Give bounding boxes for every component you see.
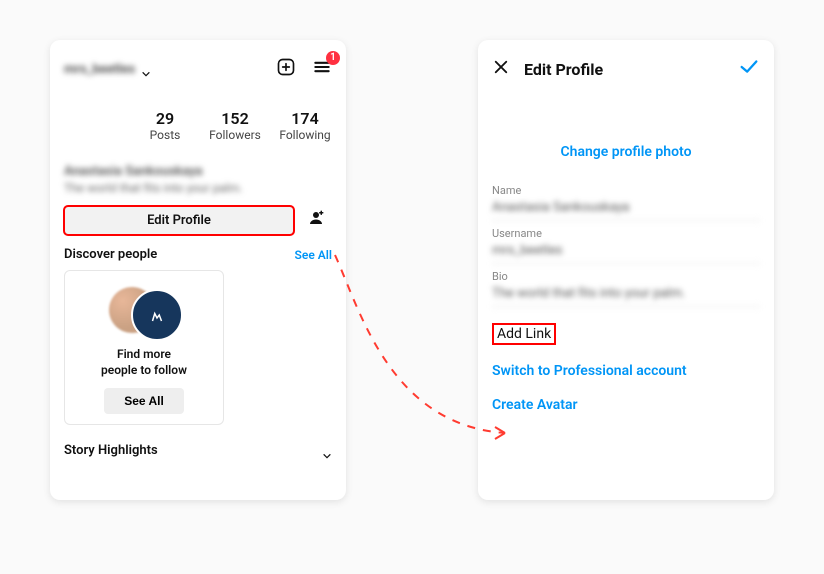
stat-posts[interactable]: 29 Posts — [138, 109, 192, 142]
field-label: Bio — [492, 270, 760, 283]
close-icon[interactable] — [492, 58, 510, 80]
stat-label: Posts — [138, 128, 192, 142]
edit-profile-fields: Name Anastasia Sankouskaya Username mrs_… — [492, 178, 760, 307]
hamburger-icon — [312, 62, 332, 81]
avatar-image — [131, 289, 183, 341]
add-link-option[interactable]: Add Link — [492, 323, 556, 345]
edit-profile-screen: Edit Profile Change profile photo Name A… — [478, 40, 774, 500]
edit-profile-body: Change profile photo Name Anastasia Sank… — [492, 144, 760, 413]
profile-screen: mrs_beetles 1 — [50, 40, 346, 500]
change-profile-photo-link[interactable]: Change profile photo — [492, 144, 760, 160]
stat-label: Followers — [208, 128, 262, 142]
name-field[interactable]: Name Anastasia Sankouskaya — [492, 184, 760, 221]
discover-people-button[interactable] — [300, 205, 332, 235]
create-post-icon[interactable] — [276, 57, 296, 81]
edit-profile-row: Edit Profile — [64, 205, 332, 235]
stat-value: 29 — [138, 109, 192, 128]
username-dropdown-value: mrs_beetles — [64, 62, 135, 77]
edit-profile-button[interactable]: Edit Profile — [64, 206, 294, 235]
discover-card-text: Find more people to follow — [101, 347, 187, 378]
profile-display-name: Anastasia Sankouskaya — [64, 164, 332, 179]
header-actions: 1 — [276, 57, 332, 81]
chevron-down-icon — [141, 64, 151, 74]
field-value: The world that fits into your palm. — [492, 283, 760, 307]
discover-title: Discover people — [64, 247, 157, 262]
stat-value: 174 — [278, 109, 332, 128]
stats-group: 29 Posts 152 Followers 174 Following — [128, 109, 332, 142]
profile-stats-row: 29 Posts 152 Followers 174 Following — [64, 96, 332, 154]
stat-following[interactable]: 174 Following — [278, 109, 332, 142]
menu-button[interactable]: 1 — [312, 57, 332, 81]
create-avatar-link[interactable]: Create Avatar — [492, 397, 760, 413]
discover-see-all-link[interactable]: See All — [295, 248, 332, 262]
bio-field[interactable]: Bio The world that fits into your palm. — [492, 270, 760, 307]
discover-header: Discover people See All — [64, 247, 332, 262]
profile-bio-text: The world that fits into your palm. — [64, 181, 332, 195]
confirm-check-icon[interactable] — [738, 56, 760, 82]
stat-value: 152 — [208, 109, 262, 128]
stat-followers[interactable]: 152 Followers — [208, 109, 262, 142]
field-label: Name — [492, 184, 760, 197]
field-value: Anastasia Sankouskaya — [492, 197, 760, 221]
switch-professional-link[interactable]: Switch to Professional account — [492, 363, 760, 379]
discover-card: Find more people to follow See All — [64, 270, 224, 425]
field-label: Username — [492, 227, 760, 240]
stat-label: Following — [278, 128, 332, 142]
profile-bio: Anastasia Sankouskaya The world that fit… — [64, 164, 332, 195]
discover-card-see-all-button[interactable]: See All — [104, 388, 184, 414]
story-highlights-row[interactable]: Story Highlights — [64, 443, 332, 458]
add-person-icon — [307, 209, 325, 231]
notification-badge: 1 — [326, 51, 340, 65]
discover-card-avatars — [109, 285, 179, 337]
chevron-down-icon — [322, 446, 332, 456]
edit-profile-header: Edit Profile — [492, 54, 760, 84]
username-dropdown[interactable]: mrs_beetles — [64, 62, 151, 77]
profile-header: mrs_beetles 1 — [64, 54, 332, 84]
field-value: mrs_beetles — [492, 240, 760, 264]
edit-profile-title: Edit Profile — [524, 60, 738, 79]
username-field[interactable]: Username mrs_beetles — [492, 227, 760, 264]
story-highlights-label: Story Highlights — [64, 443, 158, 458]
